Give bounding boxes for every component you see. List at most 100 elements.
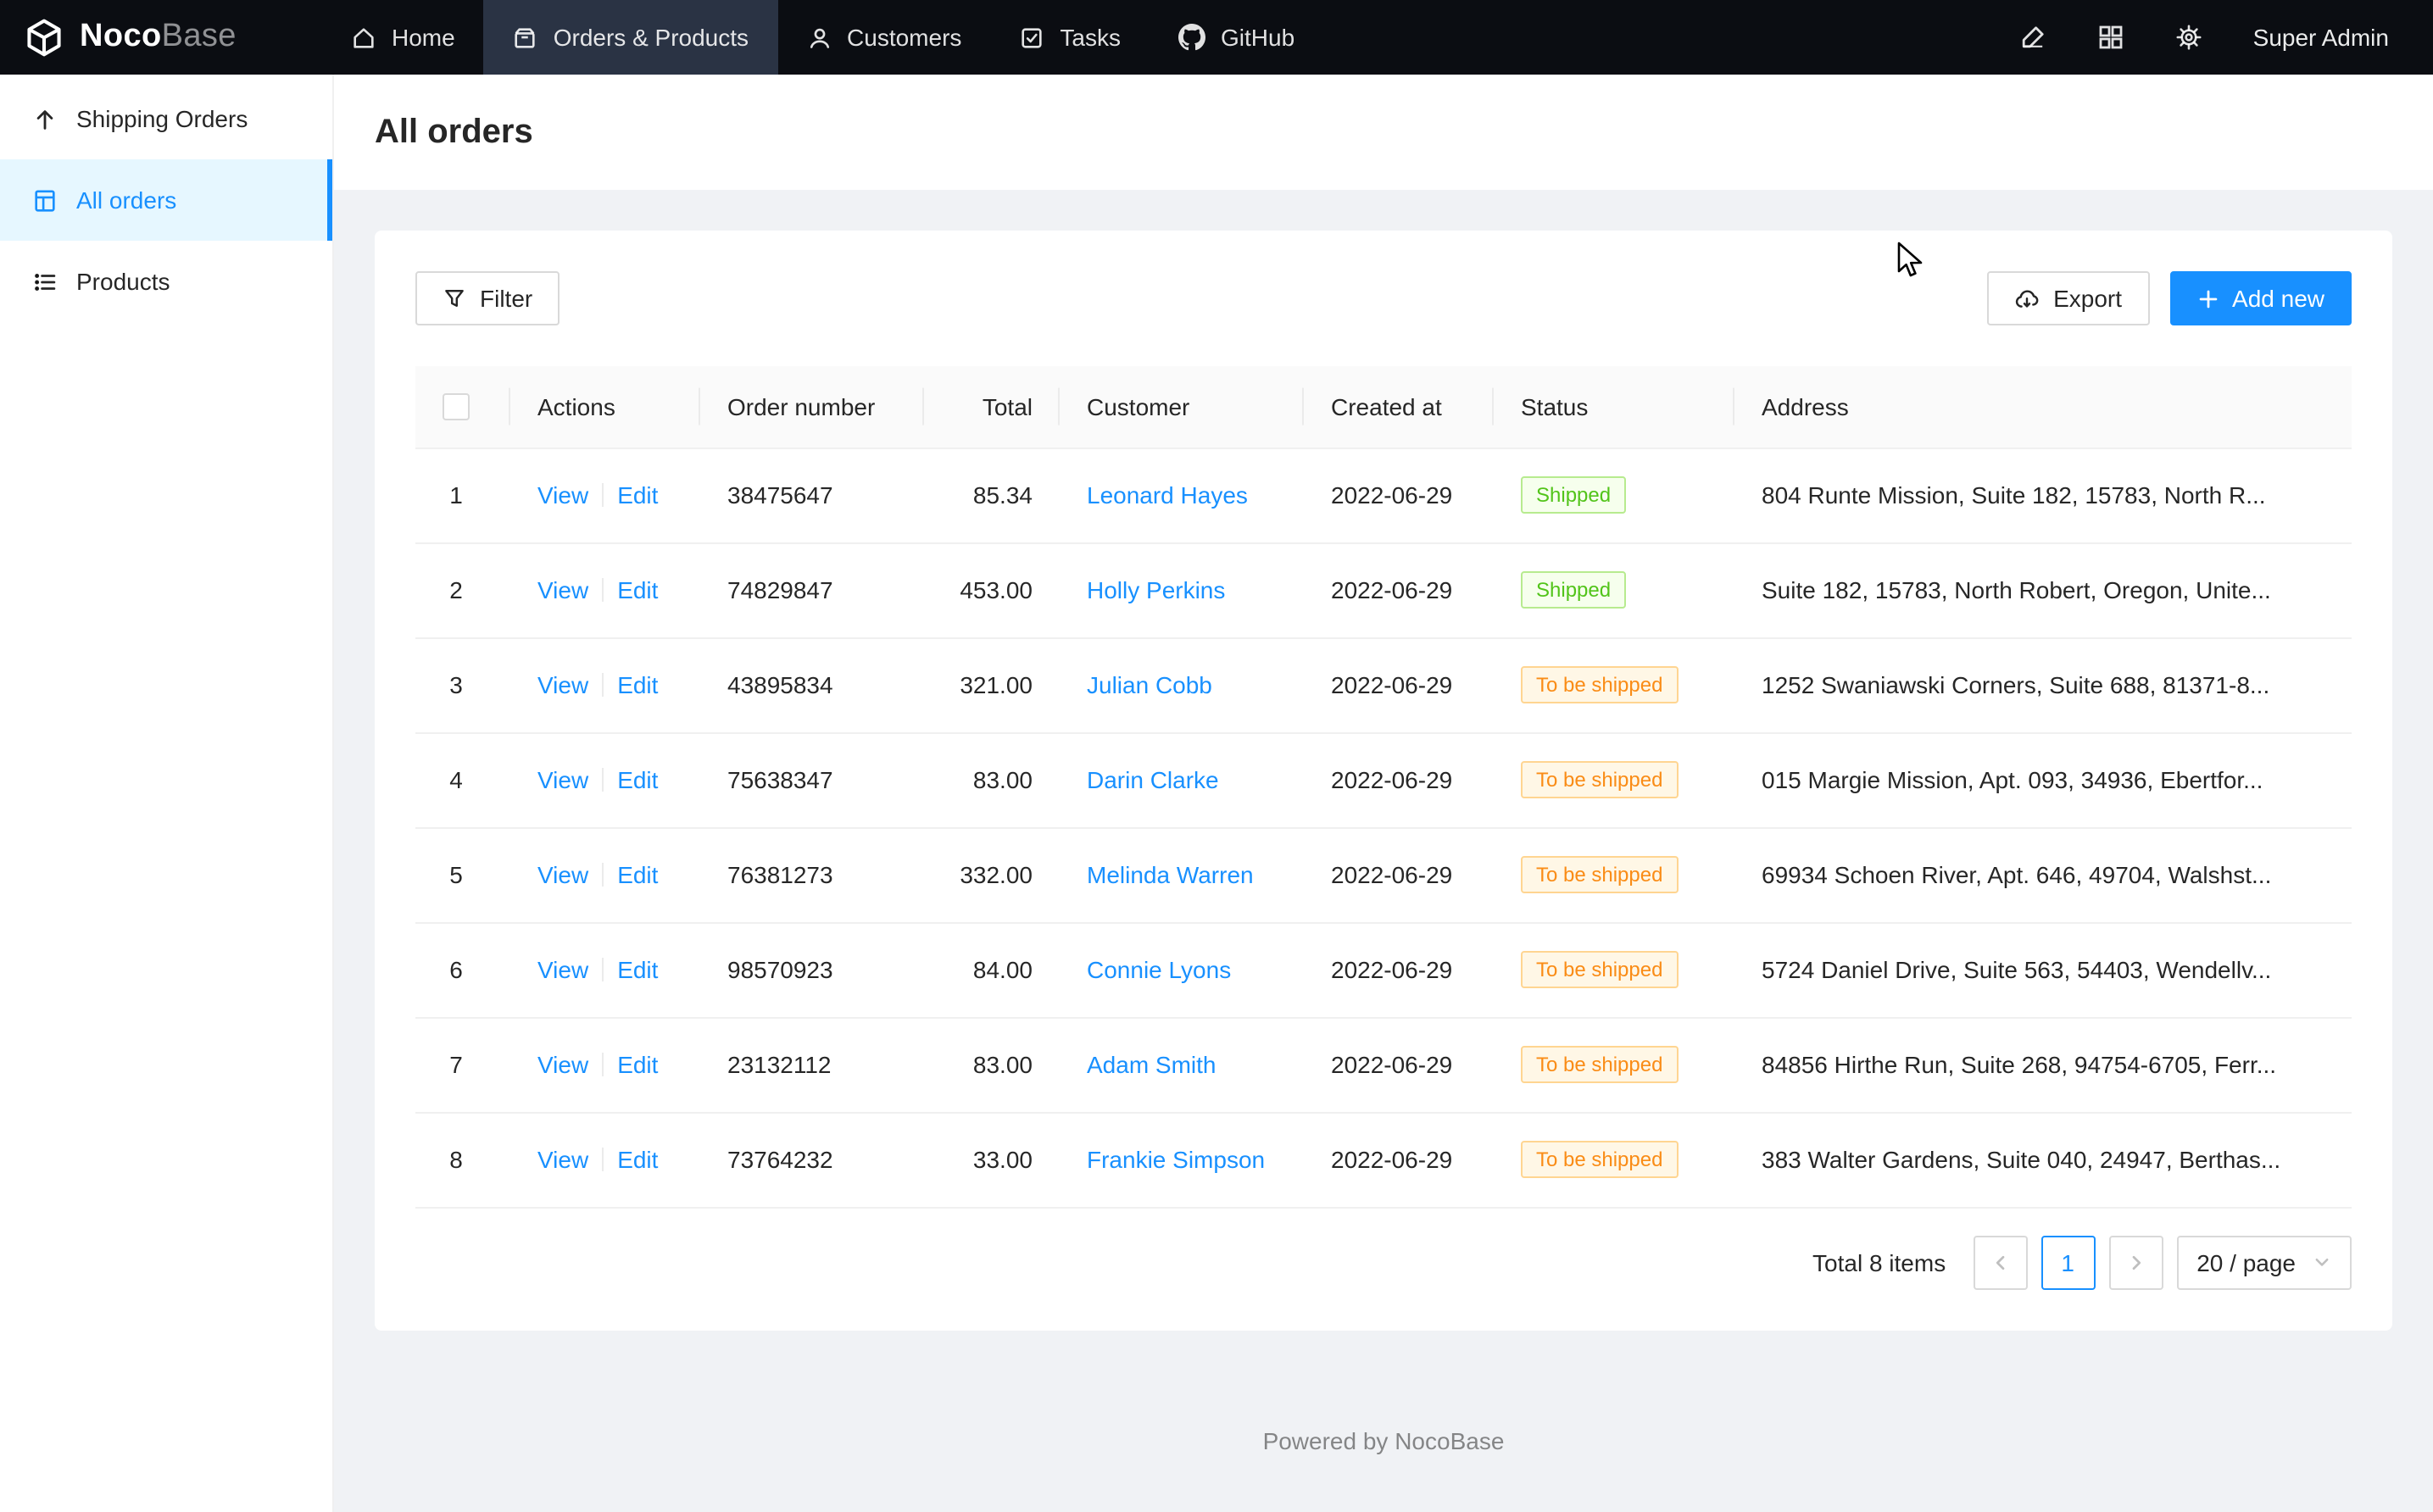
next-page-button[interactable]: [2108, 1235, 2163, 1289]
view-link[interactable]: View: [537, 1051, 588, 1078]
address-cell: 69934 Schoen River, Apt. 646, 49704, Wal…: [1762, 861, 2324, 888]
edit-link[interactable]: Edit: [617, 1051, 658, 1078]
customer-link[interactable]: Leonard Hayes: [1087, 481, 1248, 509]
column-header-order-number: Order number: [700, 366, 924, 447]
nav-item-github[interactable]: GitHub: [1150, 0, 1323, 75]
logo-cube-icon: [24, 17, 64, 58]
action-divider: [602, 483, 604, 507]
plus-icon: [2196, 287, 2219, 309]
status-badge: To be shipped: [1521, 951, 1678, 988]
table-body: 1 ViewEdit 38475647 85.34 Leonard Hayes …: [415, 447, 2352, 1207]
nav-right-tools: Super Admin: [2019, 0, 2433, 75]
export-button-label: Export: [2053, 285, 2122, 312]
sidebar-item-label: Shipping Orders: [76, 105, 248, 132]
view-link[interactable]: View: [537, 671, 588, 698]
orders-card: Filter Export: [375, 231, 2392, 1330]
nav-item-tasks[interactable]: Tasks: [990, 0, 1150, 75]
gear-icon[interactable]: [2175, 24, 2202, 51]
view-link[interactable]: View: [537, 956, 588, 983]
edit-link[interactable]: Edit: [617, 576, 658, 603]
nav-item-orders-products[interactable]: Orders & Products: [484, 0, 777, 75]
view-link[interactable]: View: [537, 861, 588, 888]
order-number-cell: 23132112: [727, 1051, 832, 1078]
add-new-button[interactable]: Add new: [2169, 271, 2352, 325]
customer-link[interactable]: Holly Perkins: [1087, 576, 1225, 603]
page-size-select[interactable]: 20 / page: [2176, 1235, 2352, 1289]
view-link[interactable]: View: [537, 1146, 588, 1173]
view-link[interactable]: View: [537, 766, 588, 793]
table-row: 1 ViewEdit 38475647 85.34 Leonard Hayes …: [415, 447, 2352, 542]
user-menu[interactable]: Super Admin: [2253, 24, 2389, 51]
nav-item-label: Tasks: [1060, 24, 1121, 51]
edit-link[interactable]: Edit: [617, 861, 658, 888]
nav-item-customers[interactable]: Customers: [777, 0, 990, 75]
sidebar-item-products[interactable]: Products: [0, 241, 332, 322]
total-cell: 453.00: [960, 576, 1033, 603]
customer-link[interactable]: Connie Lyons: [1087, 956, 1231, 983]
row-index: 2: [443, 576, 470, 603]
action-divider: [602, 958, 604, 981]
page-1-button[interactable]: 1: [2040, 1235, 2095, 1289]
status-badge: To be shipped: [1521, 1046, 1678, 1083]
sidebar-item-all-orders[interactable]: All orders: [0, 159, 332, 241]
nav-item-home[interactable]: Home: [322, 0, 484, 75]
previous-page-button[interactable]: [1973, 1235, 2027, 1289]
filter-button[interactable]: Filter: [415, 271, 560, 325]
order-number-cell: 76381273: [727, 861, 833, 888]
export-cloud-icon: [2014, 286, 2040, 311]
page-title: All orders: [375, 113, 533, 152]
action-divider: [602, 1053, 604, 1076]
order-number-cell: 98570923: [727, 956, 833, 983]
powered-by-footer: Powered by NocoBase: [375, 1404, 2392, 1471]
status-badge: Shipped: [1521, 476, 1626, 514]
top-navigation: NocoBase Home Orders & Products: [0, 0, 2433, 75]
status-badge: To be shipped: [1521, 1141, 1678, 1178]
table-row: 6 ViewEdit 98570923 84.00 Connie Lyons 2…: [415, 922, 2352, 1017]
edit-link[interactable]: Edit: [617, 481, 658, 509]
logo-text: NocoBase: [80, 19, 237, 56]
order-number-cell: 74829847: [727, 576, 833, 603]
customer-link[interactable]: Julian Cobb: [1087, 671, 1212, 698]
chevron-left-icon: [1990, 1252, 2010, 1272]
address-cell: 5724 Daniel Drive, Suite 563, 54403, Wen…: [1762, 956, 2324, 983]
created-at-cell: 2022-06-29: [1331, 1051, 1452, 1078]
table-row: 3 ViewEdit 43895834 321.00 Julian Cobb 2…: [415, 637, 2352, 732]
sidebar-item-label: Products: [76, 268, 170, 295]
edit-link[interactable]: Edit: [617, 956, 658, 983]
address-cell: Suite 182, 15783, North Robert, Oregon, …: [1762, 576, 2324, 603]
export-button[interactable]: Export: [1987, 271, 2149, 325]
chevron-down-icon: [2313, 1253, 2331, 1271]
nocobase-logo[interactable]: NocoBase: [0, 0, 322, 75]
total-cell: 321.00: [960, 671, 1033, 698]
created-at-cell: 2022-06-29: [1331, 1146, 1452, 1173]
created-at-cell: 2022-06-29: [1331, 481, 1452, 509]
created-at-cell: 2022-06-29: [1331, 956, 1452, 983]
column-header-actions: Actions: [510, 366, 700, 447]
highlighter-icon[interactable]: [2019, 24, 2046, 51]
sidebar-item-shipping-orders[interactable]: Shipping Orders: [0, 78, 332, 159]
created-at-cell: 2022-06-29: [1331, 861, 1452, 888]
blocks-icon[interactable]: [2097, 24, 2124, 51]
select-all-checkbox[interactable]: [443, 394, 470, 421]
table-toolbar: Filter Export: [415, 271, 2352, 325]
customers-icon: [806, 25, 832, 50]
customer-link[interactable]: Melinda Warren: [1087, 861, 1254, 888]
edit-link[interactable]: Edit: [617, 1146, 658, 1173]
orders-products-icon: [513, 25, 538, 50]
app-window: NocoBase Home Orders & Products: [0, 0, 2433, 1512]
chevron-right-icon: [2125, 1252, 2146, 1272]
order-number-cell: 75638347: [727, 766, 833, 793]
customer-link[interactable]: Frankie Simpson: [1087, 1146, 1265, 1173]
customer-link[interactable]: Adam Smith: [1087, 1051, 1216, 1078]
edit-link[interactable]: Edit: [617, 766, 658, 793]
customer-link[interactable]: Darin Clarke: [1087, 766, 1219, 793]
view-link[interactable]: View: [537, 481, 588, 509]
edit-link[interactable]: Edit: [617, 671, 658, 698]
list-icon: [32, 269, 58, 294]
nav-item-label: Customers: [847, 24, 961, 51]
view-link[interactable]: View: [537, 576, 588, 603]
order-number-cell: 38475647: [727, 481, 833, 509]
table-header-row: Actions Order number Total Customer Crea…: [415, 366, 2352, 447]
page-size-value: 20 / page: [2196, 1248, 2296, 1276]
sidebar: Shipping Orders All orders: [0, 75, 334, 1512]
